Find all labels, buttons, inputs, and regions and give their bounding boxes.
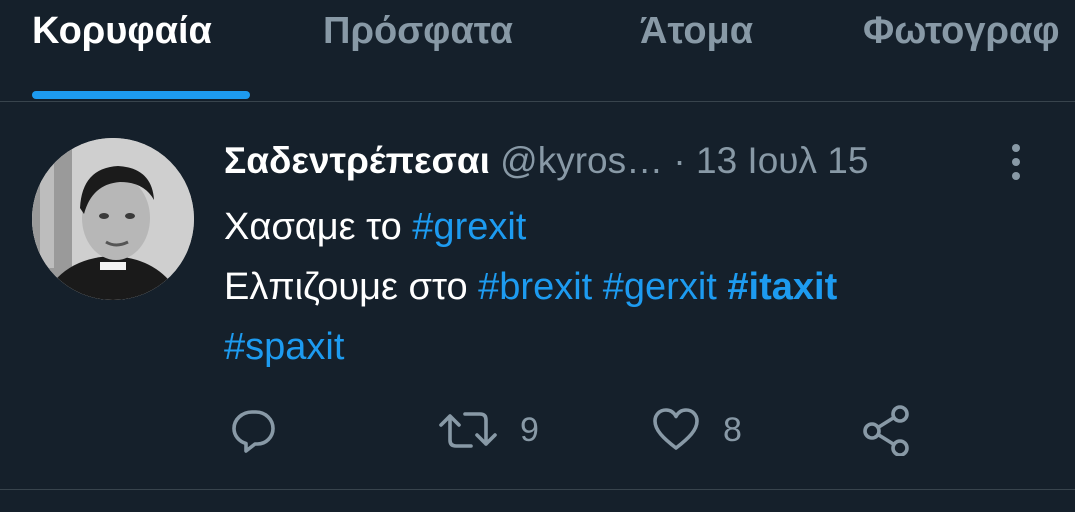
hashtag-brexit[interactable]: #brexit [478, 266, 592, 308]
avatar[interactable] [32, 138, 194, 300]
like-button[interactable]: 8 [651, 402, 742, 458]
tweet-line-3: #spaxit [224, 317, 1024, 377]
tab-top[interactable]: Κορυφαία [32, 10, 212, 53]
tweet-line-2: Ελπιζουμε στο #brexit #gerxit #itaxit [224, 257, 1024, 317]
tab-photos[interactable]: Φωτογραφ [863, 10, 1060, 53]
hashtag-spaxit[interactable]: #spaxit [224, 326, 344, 368]
tweet[interactable]: Σαδεντρέπεσαι @kyros… · 13 Ιουλ 15 Χασαμ… [0, 102, 1075, 488]
avatar-image [32, 138, 194, 300]
display-name[interactable]: Σαδεντρέπεσαι [224, 140, 490, 181]
more-vertical-icon[interactable] [1004, 140, 1028, 184]
reply-icon [232, 410, 275, 453]
hashtag-itaxit[interactable]: #itaxit [727, 266, 837, 308]
reply-button[interactable] [228, 402, 280, 458]
search-tabs: Κορυφαία Πρόσφατα Άτομα Φωτογραφ [0, 0, 1075, 102]
tweet-text: Χασαμε το #grexit Ελπιζουμε στο #brexit … [224, 197, 1024, 377]
user-handle[interactable]: @kyros… [500, 140, 663, 181]
tweet-header: Σαδεντρέπεσαι @kyros… · 13 Ιουλ 15 [224, 140, 1004, 190]
like-icon [653, 408, 699, 450]
share-icon [863, 405, 909, 456]
hashtag-grexit[interactable]: #grexit [412, 206, 526, 248]
divider [0, 489, 1075, 490]
retweet-button[interactable]: 9 [438, 402, 539, 458]
tweet-text-part: Ελπιζουμε στο [224, 266, 479, 308]
retweet-count: 9 [520, 410, 539, 449]
tab-latest[interactable]: Πρόσφατα [323, 10, 513, 53]
tab-people[interactable]: Άτομα [640, 10, 753, 53]
like-count: 8 [723, 410, 742, 449]
separator-dot: · [673, 140, 686, 181]
share-button[interactable] [860, 402, 914, 458]
tweet-date[interactable]: 13 Ιουλ 15 [696, 140, 868, 181]
tweet-text-part: Χασαμε το [224, 206, 413, 248]
tweet-actions: 9 8 [0, 402, 1075, 458]
tweet-line-1: Χασαμε το #grexit [224, 197, 1024, 257]
active-tab-indicator [32, 91, 250, 99]
hashtag-gerxit[interactable]: #gerxit [603, 266, 717, 308]
retweet-icon [439, 412, 497, 448]
